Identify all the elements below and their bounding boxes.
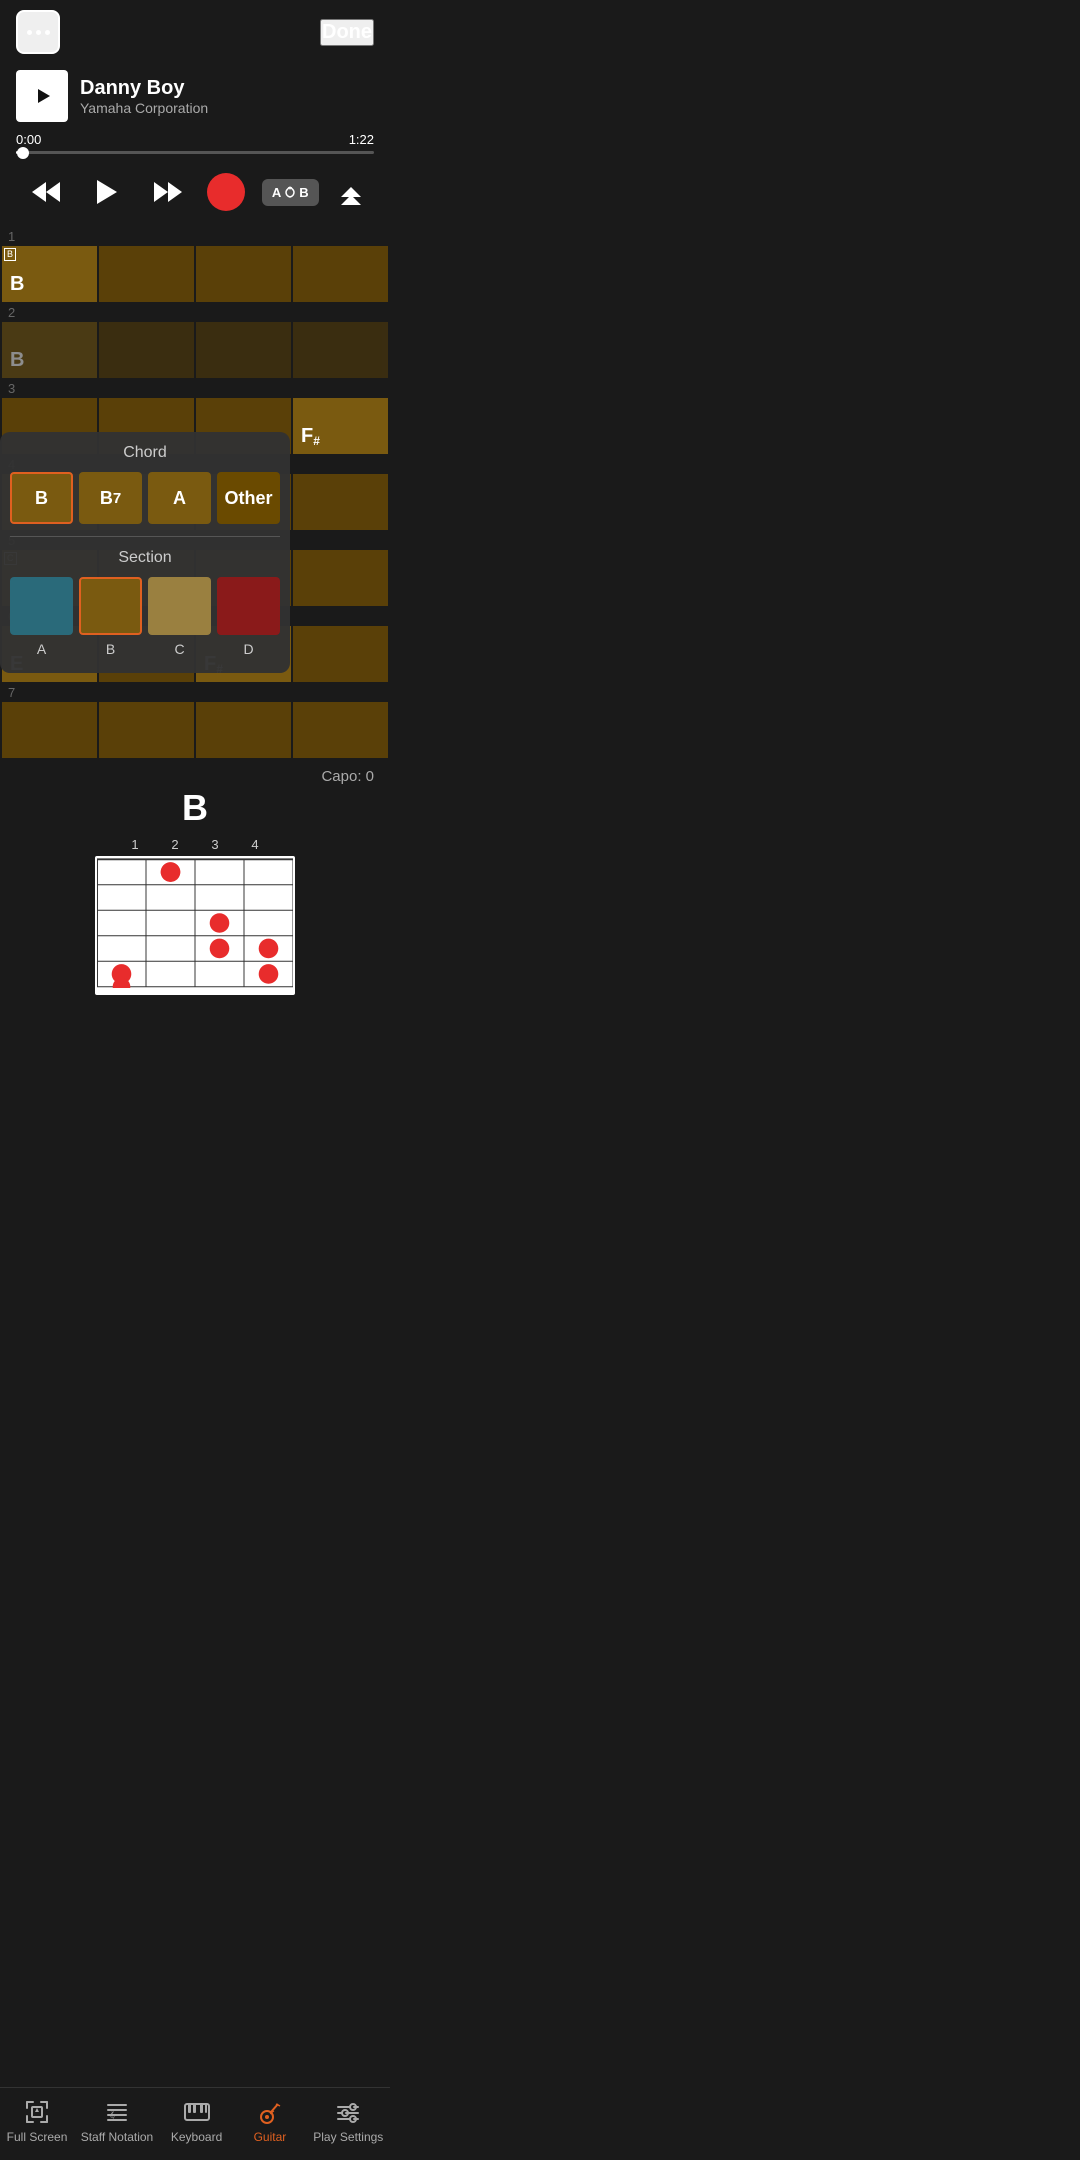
chord-popup-title: Chord [10, 444, 280, 462]
fret-num-1: 1 [131, 837, 138, 852]
chord-options: B B7 A Other [10, 472, 280, 524]
guitar-section: Capo: 0 B 1 2 3 4 [0, 758, 390, 1001]
grid-cell[interactable]: B [2, 322, 97, 378]
fretboard-diagram [95, 856, 295, 995]
nav-keyboard-label: Keyboard [171, 2130, 222, 2144]
ab-b-label: B [299, 185, 308, 200]
current-time: 0:00 [16, 132, 41, 147]
section-option-D[interactable] [217, 577, 280, 635]
grid-cell[interactable] [293, 702, 388, 758]
grid-cell[interactable] [293, 550, 388, 606]
capo-label: Capo: 0 [16, 768, 374, 785]
header: Done [0, 0, 390, 64]
grid-cell[interactable] [99, 322, 194, 378]
chord-option-B7[interactable]: B7 [79, 472, 142, 524]
nav-staff[interactable]: 𝄞 Staff Notation [81, 2098, 154, 2144]
rewind-button[interactable] [24, 170, 68, 214]
grid-cell[interactable] [293, 474, 388, 530]
row-divider-7: 7 [0, 682, 390, 702]
grid-cell[interactable] [196, 246, 291, 302]
section-option-A[interactable] [10, 577, 73, 635]
grid-cell[interactable]: B B [2, 246, 97, 302]
play-button[interactable] [85, 170, 129, 214]
nav-guitar-label: Guitar [254, 2130, 287, 2144]
nav-guitar[interactable]: Guitar [240, 2098, 300, 2144]
row-divider-1: 1 [0, 226, 390, 246]
fret-num-4: 4 [251, 837, 258, 852]
ab-button[interactable]: A B [262, 179, 319, 206]
grid-row-2: B [0, 322, 390, 378]
chord-grid: 1 B B 2 Chord B B7 A Other [0, 226, 390, 758]
svg-text:𝄞: 𝄞 [109, 2109, 115, 2121]
chord-option-B[interactable]: B [10, 472, 73, 524]
song-info: Danny Boy Yamaha Corporation [0, 64, 390, 132]
scroll-up-button[interactable] [336, 177, 366, 207]
grid-row-7 [0, 702, 390, 758]
nav-playsettings-label: Play Settings [313, 2130, 383, 2144]
grid-cell[interactable] [2, 702, 97, 758]
grid-cell[interactable] [293, 246, 388, 302]
song-title: Danny Boy [80, 77, 208, 100]
row-divider-3: 3 [0, 378, 390, 398]
grid-cell[interactable] [99, 246, 194, 302]
grid-cell[interactable] [293, 626, 388, 682]
nav-keyboard[interactable]: Keyboard [167, 2098, 227, 2144]
progress-container: 0:00 1:22 [0, 132, 390, 162]
section-labels: ABCD [10, 641, 280, 657]
grid-cell[interactable] [196, 702, 291, 758]
grid-cell[interactable] [99, 702, 194, 758]
song-artist: Yamaha Corporation [80, 100, 208, 116]
fret-num-3: 3 [211, 837, 218, 852]
nav-staff-label: Staff Notation [81, 2130, 154, 2144]
fast-forward-button[interactable] [146, 170, 190, 214]
chord-popup: Chord B B7 A Other Section ABCD [0, 432, 290, 673]
fret-num-2: 2 [171, 837, 178, 852]
done-button[interactable]: Done [320, 19, 374, 46]
grid-row-1: B B [0, 246, 390, 302]
section-popup-title: Section [10, 549, 280, 567]
progress-bar[interactable] [16, 151, 374, 154]
grid-cell[interactable]: F# [293, 398, 388, 454]
section-option-B[interactable] [79, 577, 142, 635]
nav-fullscreen[interactable]: Full Screen [7, 2098, 68, 2144]
section-options [10, 577, 280, 635]
grid-cell[interactable] [196, 322, 291, 378]
chord-diagram: 1 2 3 4 [16, 837, 374, 995]
album-art [16, 70, 68, 122]
nav-fullscreen-label: Full Screen [7, 2130, 68, 2144]
nav-playsettings[interactable]: Play Settings [313, 2098, 383, 2144]
popup-divider [10, 536, 280, 537]
chord-option-other[interactable]: Other [217, 472, 280, 524]
record-button[interactable] [207, 173, 245, 211]
menu-button[interactable] [16, 10, 60, 54]
bottom-nav: Full Screen 𝄞 Staff Notation Keyboard [0, 2087, 390, 2160]
chord-diagram-name: B [16, 787, 374, 829]
grid-cell[interactable] [293, 322, 388, 378]
total-time: 1:22 [349, 132, 374, 147]
progress-thumb[interactable] [17, 147, 29, 159]
playback-controls: A B [0, 162, 390, 226]
ab-label: A [272, 185, 281, 200]
row-divider-2: 2 [0, 302, 390, 322]
chord-option-A[interactable]: A [148, 472, 211, 524]
section-option-C[interactable] [148, 577, 211, 635]
